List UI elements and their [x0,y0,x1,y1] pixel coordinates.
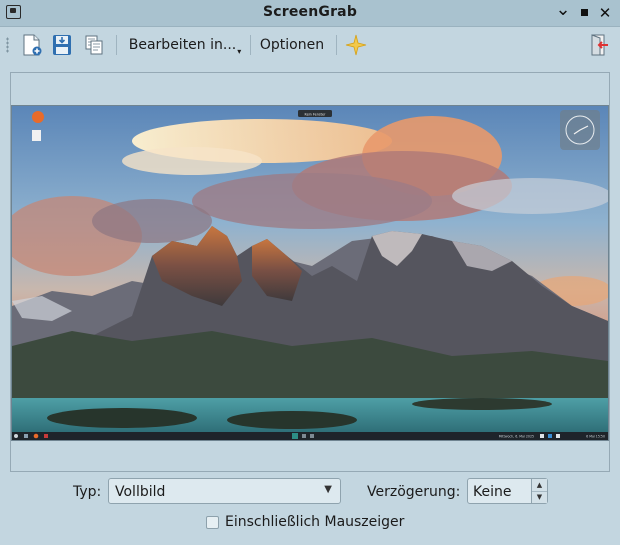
include-cursor-checkbox[interactable] [206,516,219,529]
type-select-value: Vollbild [115,484,166,500]
copy-icon [85,35,103,55]
desktop-tooltip-text: Kein Fenster [305,112,326,116]
firefox-icon [32,111,44,123]
toolbar: Bearbeiten in... ▾ Optionen [0,27,620,63]
file-icon [32,130,41,141]
toolbar-separator [250,35,251,55]
options-label: Optionen [259,37,325,53]
options-button[interactable]: Optionen [255,30,329,60]
quit-button[interactable] [585,30,613,60]
svg-text:6 Mai 15:50: 6 Mai 15:50 [586,435,605,439]
save-button[interactable] [48,30,76,60]
toolbar-separator [116,35,117,55]
close-button[interactable]: ✕ [595,3,615,23]
edit-in-button[interactable]: Bearbeiten in... ▾ [124,30,246,60]
quit-icon [591,34,608,56]
chevron-down-icon: ▾ [237,46,242,56]
new-screenshot-button[interactable] [18,30,46,60]
capture-settings-row: Typ: Vollbild ▼ Verzögerung: Keine ▲ ▼ [0,478,620,506]
new-screenshot-icon [23,34,42,56]
window-title: ScreenGrab [262,4,358,20]
delay-label: Verzögerung: [367,484,461,500]
toolbar-grip[interactable] [6,37,9,53]
delay-spinbox[interactable]: Keine ▲ ▼ [467,478,548,504]
include-cursor-label: Einschließlich Mauszeiger [225,514,405,530]
toolbar-separator [336,35,337,55]
star-icon [345,34,367,56]
about-button[interactable] [342,30,370,60]
copy-button[interactable] [80,30,108,60]
title-bar: ScreenGrab ⌄ ✕ [0,0,620,27]
save-icon [53,35,71,55]
taskbar-tray-text: Mittwoch, 6. Mai 2025 [499,435,534,439]
spin-down-button[interactable]: ▼ [532,491,547,503]
delay-value: Keine [473,484,512,500]
screenshot-preview[interactable]: Kein Fenster Mittwoch, 6. Mai 2025 6 Mai… [11,105,609,441]
type-select[interactable]: Vollbild ▼ [108,478,341,504]
chevron-down-icon: ▼ [324,484,332,495]
edit-in-label: Bearbeiten in... [128,37,237,53]
minimize-button[interactable]: ⌄ [553,1,573,23]
maximize-button[interactable] [574,3,594,23]
spin-buttons: ▲ ▼ [531,479,547,503]
screenshot-image: Kein Fenster Mittwoch, 6. Mai 2025 6 Mai… [12,106,608,440]
type-label: Typ: [73,484,102,500]
